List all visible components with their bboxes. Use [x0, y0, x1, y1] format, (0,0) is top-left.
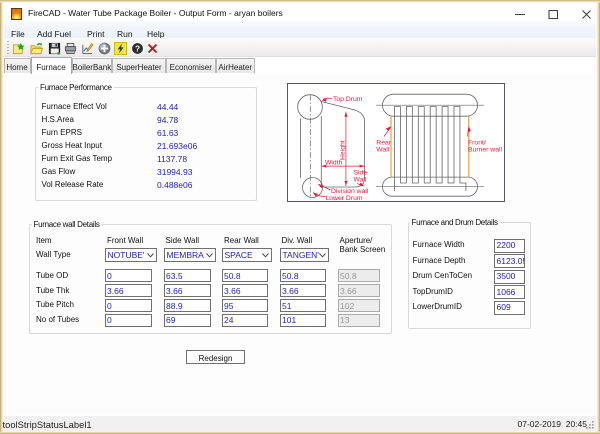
svg-text:Wall: Wall — [376, 146, 389, 153]
svg-text:Side: Side — [353, 169, 367, 176]
svg-text:Lower Drum: Lower Drum — [325, 195, 362, 202]
svg-text:Rear: Rear — [376, 139, 391, 146]
svg-text:Division wall: Division wall — [331, 188, 369, 195]
svg-text:?: ? — [135, 43, 140, 53]
svg-text:Height: Height — [339, 140, 346, 160]
svg-text:Top Drum: Top Drum — [333, 96, 363, 103]
svg-text:Burner wall: Burner wall — [468, 146, 502, 153]
svg-text:Width: Width — [325, 159, 343, 166]
svg-text:Wall: Wall — [353, 176, 366, 183]
svg-text:Front/: Front/ — [468, 139, 486, 146]
